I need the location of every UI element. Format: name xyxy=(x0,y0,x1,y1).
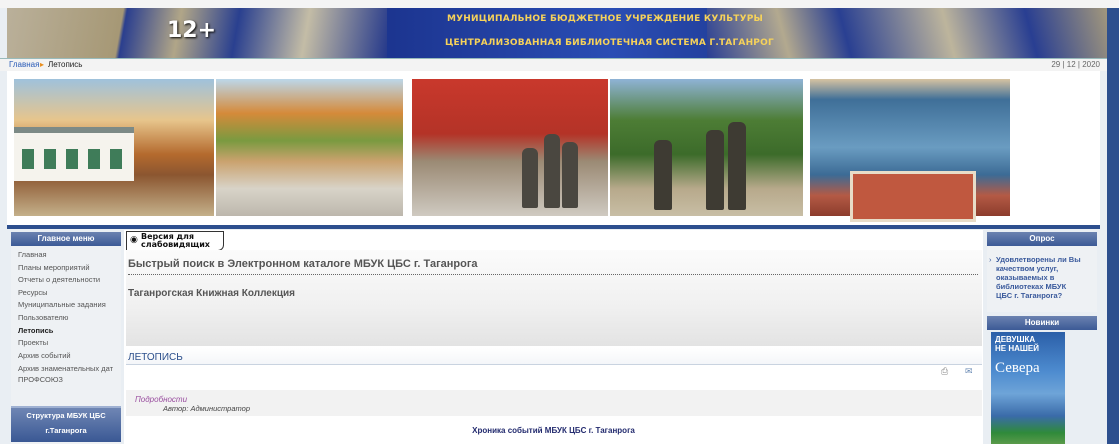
book-cover-line1: ДЕВУШКА xyxy=(995,335,1036,344)
quick-search-link[interactable]: Быстрый поиск в Электронном каталоге МБУ… xyxy=(128,258,978,275)
photo-sculptures-red-building xyxy=(412,79,608,216)
breadcrumb-separator-icon: ▸ xyxy=(40,60,45,69)
article-header: ЛЕТОПИСЬ xyxy=(126,348,982,365)
eye-icon: ◉ xyxy=(130,235,138,245)
chronicle-heading: Хроника событий МБУК ЦБС г. Таганрога xyxy=(472,426,635,435)
menu-item-dates-archive[interactable]: Архив знаменательных дат xyxy=(11,362,121,374)
poll-box: › Удовлетворены ли Вы качеством услуг, о… xyxy=(987,246,1097,312)
menu-item-events-archive[interactable]: Архив событий xyxy=(11,350,121,363)
breadcrumb-current: Летопись xyxy=(48,60,83,69)
main-menu: Главная Планы мероприятий Отчеты о деяте… xyxy=(11,249,121,387)
banner-title-line1: МУНИЦИПАЛЬНОЕ БЮДЖЕТНОЕ УЧРЕЖДЕНИЕ КУЛЬТ… xyxy=(447,14,764,24)
menu-item-municipal-tasks[interactable]: Муниципальные задания xyxy=(11,299,121,312)
menu-item-activity-reports[interactable]: Отчеты о деятельности xyxy=(11,274,121,287)
menu-item-event-plans[interactable]: Планы мероприятий xyxy=(11,262,121,275)
menu-item-home[interactable]: Главная xyxy=(11,249,121,262)
main-menu-title: Главное меню xyxy=(11,232,121,246)
email-icon[interactable]: ✉ xyxy=(965,366,973,377)
menu-item-union[interactable]: ПРОФСОЮЗ xyxy=(11,374,121,387)
menu-item-projects[interactable]: Проекты xyxy=(11,337,121,350)
menu-item-chronicle[interactable]: Летопись xyxy=(11,325,121,338)
photo-strip xyxy=(7,71,1100,225)
book-cover[interactable]: ДЕВУШКА НЕ НАШЕЙ Севера xyxy=(991,332,1065,444)
book-cover-title: Севера xyxy=(995,360,1040,376)
menu-item-for-users[interactable]: Пользователю xyxy=(11,312,121,325)
divider-bar xyxy=(7,225,1100,229)
article-tools: ⎙ ✉ xyxy=(939,366,979,376)
poll-question-link[interactable]: Удовлетворены ли Вы качеством услуг, ока… xyxy=(996,255,1082,300)
book-cover-line2: НЕ НАШЕЙ xyxy=(995,344,1040,353)
structure-line1: Структура МБУК ЦБС xyxy=(26,411,106,420)
left-sidebar: Главное меню Главная Планы мероприятий О… xyxy=(11,232,121,444)
article-title: ЛЕТОПИСЬ xyxy=(128,352,183,363)
structure-link[interactable]: Структура МБУК ЦБС г.Таганрога xyxy=(11,406,121,442)
blind-version-button[interactable]: ◉ Версия для слабовидящих xyxy=(126,231,224,251)
collection-link[interactable]: Таганрогская Книжная Коллекция xyxy=(128,288,295,299)
structure-line2: г.Таганрога xyxy=(45,426,87,435)
photo-park-alley xyxy=(216,79,403,216)
breadcrumb: Главная ▸ Летопись 29 | 12 | 2020 xyxy=(0,58,1107,71)
right-edge-bar xyxy=(1107,8,1119,444)
photo-park-building xyxy=(14,79,214,216)
breadcrumb-home-link[interactable]: Главная xyxy=(9,59,39,71)
photo-tile-facade xyxy=(810,79,1010,222)
printer-icon[interactable]: ⎙ xyxy=(941,366,948,377)
photo-sculptures-street xyxy=(610,79,803,216)
blind-version-line2: слабовидящих xyxy=(141,240,210,249)
poll-arrow-icon: › xyxy=(989,255,992,264)
main-content: ◉ Версия для слабовидящих Быстрый поиск … xyxy=(124,230,983,444)
age-rating: 12+ xyxy=(167,18,217,43)
poll-title: Опрос xyxy=(987,232,1097,246)
banner-title-line2: ЦЕНТРАЛИЗОВАННАЯ БИБЛИОТЕЧНАЯ СИСТЕМА Г.… xyxy=(445,38,774,48)
current-date: 29 | 12 | 2020 xyxy=(1051,60,1100,69)
top-strip xyxy=(0,0,1119,8)
details-link[interactable]: Подробности xyxy=(135,395,187,404)
article-author: Автор: Администратор xyxy=(163,404,251,413)
new-books-title: Новинки xyxy=(987,316,1097,330)
menu-item-resources[interactable]: Ресурсы xyxy=(11,287,121,300)
article-details: Подробности Автор: Администратор xyxy=(126,390,982,416)
right-sidebar: Опрос › Удовлетворены ли Вы качеством ус… xyxy=(987,232,1097,444)
site-banner: 12+ МУНИЦИПАЛЬНОЕ БЮДЖЕТНОЕ УЧРЕЖДЕНИЕ К… xyxy=(7,8,1107,58)
banner-art-right xyxy=(707,8,1107,58)
